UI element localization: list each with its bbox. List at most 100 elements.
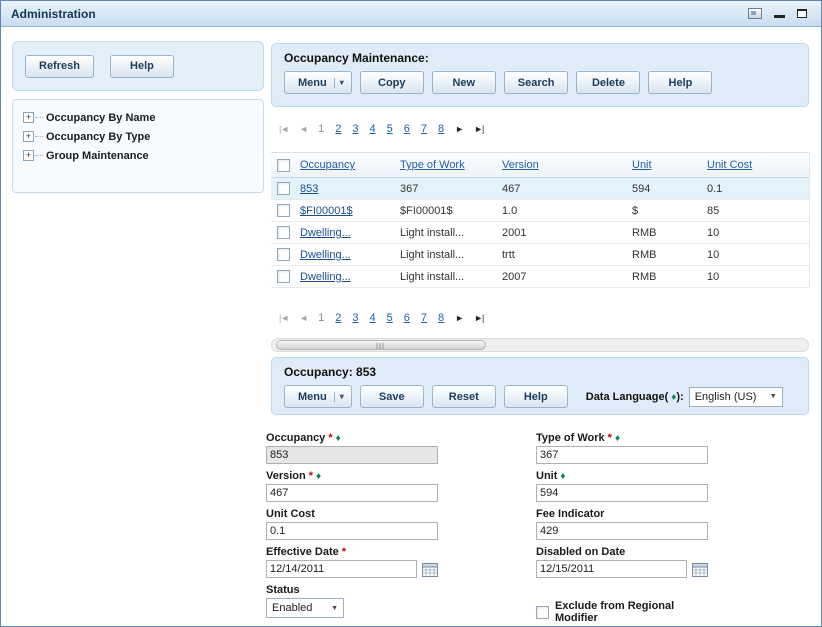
column-header-version[interactable]: Version — [499, 159, 629, 171]
maximize-icon[interactable] — [797, 9, 807, 18]
table-row[interactable]: Dwelling... Light install... 2007 RMB 10 — [271, 266, 809, 288]
cell-occupancy[interactable]: 853 — [297, 183, 397, 195]
cell-occupancy[interactable]: Dwelling... — [297, 249, 397, 261]
field-label: Unit — [536, 470, 557, 482]
help-button-detail[interactable]: Help — [504, 385, 568, 408]
calendar-icon[interactable] — [422, 562, 438, 577]
cell-occupancy[interactable]: Dwelling... — [297, 227, 397, 239]
menu-button[interactable]: Menu ▾ — [284, 71, 352, 94]
page-number[interactable]: 4 — [370, 123, 376, 135]
sidebar-item-group-maintenance[interactable]: + Group Maintenance — [23, 146, 263, 165]
row-checkbox[interactable] — [277, 248, 290, 261]
field-effective-date: Effective Date* — [266, 544, 438, 578]
diamond-icon: ♦ — [615, 433, 620, 444]
page-number[interactable]: 6 — [404, 123, 410, 135]
scrollbar-thumb[interactable] — [276, 340, 486, 350]
type-of-work-input[interactable] — [536, 446, 708, 464]
page-number[interactable]: 2 — [335, 123, 341, 135]
delete-button[interactable]: Delete — [576, 71, 640, 94]
table-row[interactable]: Dwelling... Light install... trtt RMB 10 — [271, 244, 809, 266]
table-row[interactable]: $FI00001$ $FI00001$ 1.0 $ 85 — [271, 200, 809, 222]
table-row[interactable]: Dwelling... Light install... 2001 RMB 10 — [271, 222, 809, 244]
disabled-on-date-input[interactable] — [536, 560, 687, 578]
status-select[interactable]: Enabled ▼ — [266, 598, 344, 618]
reset-button[interactable]: Reset — [432, 385, 496, 408]
page-number-current: 1 — [318, 123, 324, 135]
field-status: Status Enabled ▼ — [266, 582, 438, 618]
detail-panel-title: Occupancy: 853 — [284, 365, 808, 379]
sidebar-item-occupancy-by-name[interactable]: + Occupancy By Name — [23, 108, 263, 127]
prev-page-icon[interactable]: ◄ — [299, 124, 307, 134]
row-checkbox[interactable] — [277, 204, 290, 217]
cell-occupancy[interactable]: $FI00001$ — [297, 205, 397, 217]
column-header-unit-cost[interactable]: Unit Cost — [704, 159, 810, 171]
help-button-sidebar[interactable]: Help — [110, 55, 174, 78]
cell-type-of-work: $FI00001$ — [397, 205, 499, 217]
row-checkbox[interactable] — [277, 182, 290, 195]
minimize-icon[interactable] — [774, 15, 785, 18]
page-number[interactable]: 4 — [370, 312, 376, 324]
page-number[interactable]: 5 — [387, 312, 393, 324]
unit-cost-input[interactable] — [266, 522, 438, 540]
fee-indicator-input[interactable] — [536, 522, 708, 540]
calendar-icon[interactable] — [692, 562, 708, 577]
page-number[interactable]: 6 — [404, 312, 410, 324]
cell-occupancy[interactable]: Dwelling... — [297, 271, 397, 283]
expand-icon[interactable]: + — [23, 131, 34, 142]
page-number[interactable]: 5 — [387, 123, 393, 135]
sidebar-item-occupancy-by-type[interactable]: + Occupancy By Type — [23, 127, 263, 146]
copy-button[interactable]: Copy — [360, 71, 424, 94]
cell-unit: RMB — [629, 249, 704, 261]
chevron-down-icon: ▼ — [770, 393, 777, 400]
next-page-icon[interactable]: ► — [455, 313, 463, 323]
effective-date-input[interactable] — [266, 560, 417, 578]
page-number[interactable]: 8 — [438, 123, 444, 135]
column-header-occupancy[interactable]: Occupancy — [297, 159, 397, 171]
horizontal-scrollbar[interactable] — [271, 338, 809, 352]
field-unit-cost: Unit Cost — [266, 506, 438, 540]
cell-type-of-work: Light install... — [397, 271, 499, 283]
row-checkbox[interactable] — [277, 270, 290, 283]
first-page-icon[interactable]: |◄ — [279, 124, 288, 134]
last-page-icon[interactable]: ►| — [474, 313, 483, 323]
tree-connector — [35, 136, 43, 137]
column-header-unit[interactable]: Unit — [629, 159, 704, 171]
refresh-button[interactable]: Refresh — [25, 55, 94, 78]
field-label: Type of Work — [536, 432, 605, 444]
administration-window: Administration Refresh Help + Occupancy … — [0, 0, 822, 627]
prev-page-icon[interactable]: ◄ — [299, 313, 307, 323]
form-column-left: Occupancy*♦ Version*♦ Unit Cost Effectiv… — [266, 430, 438, 622]
search-button[interactable]: Search — [504, 71, 569, 94]
system-icon[interactable] — [748, 8, 762, 19]
expand-icon[interactable]: + — [23, 112, 34, 123]
last-page-icon[interactable]: ►| — [474, 124, 483, 134]
page-number[interactable]: 7 — [421, 312, 427, 324]
first-page-icon[interactable]: |◄ — [279, 313, 288, 323]
row-checkbox[interactable] — [277, 226, 290, 239]
cell-version: 1.0 — [499, 205, 629, 217]
new-button[interactable]: New — [432, 71, 496, 94]
expand-icon[interactable]: + — [23, 150, 34, 161]
page-number[interactable]: 3 — [352, 123, 358, 135]
next-page-icon[interactable]: ► — [455, 124, 463, 134]
cell-type-of-work: Light install... — [397, 249, 499, 261]
field-version: Version*♦ — [266, 468, 438, 502]
data-language-select[interactable]: English (US) ▼ — [689, 387, 783, 407]
column-header-type-of-work[interactable]: Type of Work — [397, 159, 499, 171]
unit-input[interactable] — [536, 484, 708, 502]
page-number[interactable]: 7 — [421, 123, 427, 135]
occupancy-input[interactable] — [266, 446, 438, 464]
page-number[interactable]: 2 — [335, 312, 341, 324]
menu-button-detail[interactable]: Menu ▾ — [284, 385, 352, 408]
version-input[interactable] — [266, 484, 438, 502]
exclude-regional-modifier-checkbox[interactable] — [536, 606, 549, 619]
menu-button-label: Menu — [298, 77, 327, 89]
help-button-list[interactable]: Help — [648, 71, 712, 94]
select-all-checkbox[interactable] — [277, 159, 290, 172]
cell-type-of-work: 367 — [397, 183, 499, 195]
save-button[interactable]: Save — [360, 385, 424, 408]
page-number[interactable]: 3 — [352, 312, 358, 324]
page-number[interactable]: 8 — [438, 312, 444, 324]
field-unit: Unit♦ — [536, 468, 708, 502]
table-row[interactable]: 853 367 467 594 0.1 — [271, 178, 809, 200]
